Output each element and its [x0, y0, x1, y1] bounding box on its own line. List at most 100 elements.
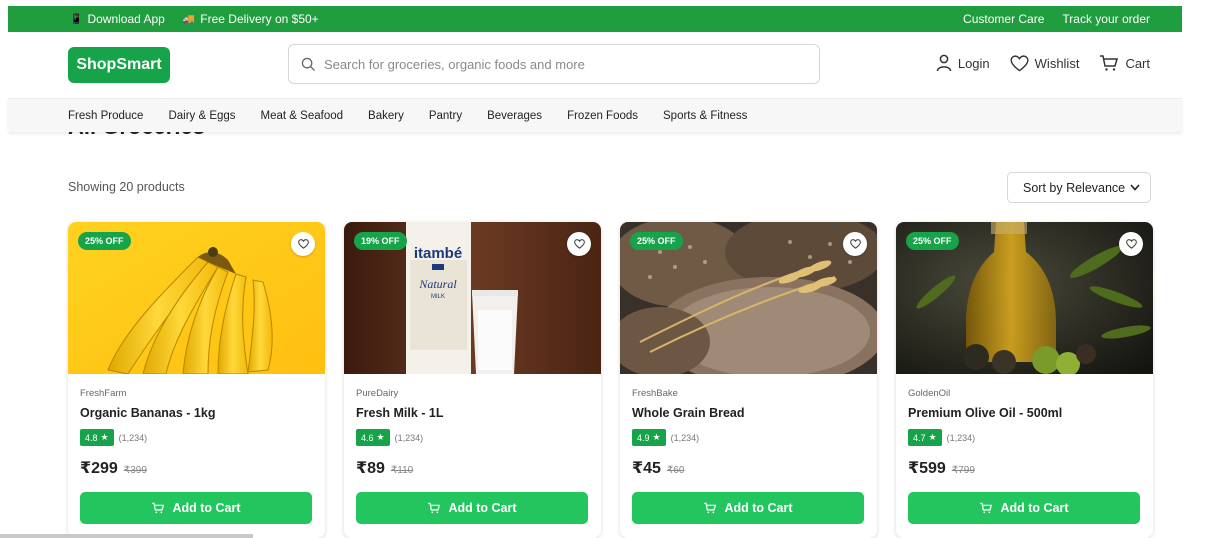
- product-image-bread[interactable]: 25% OFF: [620, 222, 877, 374]
- login-label: Login: [957, 55, 990, 71]
- rating-value: 4.7: [913, 432, 926, 443]
- download-app-link[interactable]: 📱 Download App: [70, 12, 165, 26]
- product-price: ₹45: [632, 460, 661, 477]
- free-delivery-note: 🚚 Free Delivery on $50+: [183, 12, 319, 26]
- wishlist-toggle[interactable]: [1119, 232, 1143, 256]
- product-card[interactable]: 25% OFF FreshFarm Organic Bananas - 1kg …: [68, 222, 325, 538]
- category-nav: Fresh Produce Dairy & Eggs Meat & Seafoo…: [8, 98, 1182, 132]
- sort-select[interactable]: Sort by Relevance: [1007, 172, 1151, 203]
- product-brand: GoldenOil: [908, 388, 951, 399]
- original-price: ₹799: [951, 465, 975, 476]
- sort-label: Sort by Relevance: [1023, 180, 1126, 195]
- product-name[interactable]: Whole Grain Bread: [632, 406, 865, 420]
- product-image-milk[interactable]: itambé Natural MILK 19% OFF: [344, 222, 601, 374]
- rating-value: 4.8: [85, 432, 98, 443]
- add-to-cart-label: Add to Cart: [724, 501, 793, 515]
- product-card[interactable]: 25% OFF GoldenOil Premium Olive Oil - 50…: [896, 222, 1153, 538]
- star-icon: ★: [376, 432, 385, 442]
- star-icon: ★: [100, 432, 109, 442]
- heart-icon: [1010, 54, 1029, 71]
- product-count: Showing 20 products: [68, 180, 185, 194]
- original-price: ₹110: [390, 465, 414, 476]
- add-to-cart-label: Add to Cart: [1000, 501, 1069, 515]
- login-button[interactable]: Login: [936, 54, 990, 72]
- milk-label-product: Natural: [418, 277, 457, 291]
- star-icon: ★: [652, 432, 661, 442]
- category-beverages[interactable]: Beverages: [487, 110, 542, 122]
- product-name[interactable]: Organic Bananas - 1kg: [80, 406, 313, 420]
- shopsmart-logo[interactable]: ShopSmart: [68, 47, 170, 83]
- category-meat-seafood[interactable]: Meat & Seafood: [261, 110, 343, 122]
- add-to-cart-label: Add to Cart: [448, 501, 517, 515]
- review-count: (1,234): [118, 432, 148, 443]
- add-to-cart-button[interactable]: Add to Cart: [908, 492, 1140, 524]
- product-grid: 25% OFF FreshFarm Organic Bananas - 1kg …: [68, 222, 1153, 538]
- product-image-olive-oil[interactable]: 25% OFF: [896, 222, 1153, 374]
- discount-badge: 25% OFF: [630, 232, 683, 250]
- category-sports-fitness[interactable]: Sports & Fitness: [663, 110, 747, 122]
- product-price: ₹89: [356, 460, 385, 477]
- wishlist-toggle[interactable]: [291, 232, 315, 256]
- discount-badge: 25% OFF: [78, 232, 131, 250]
- header: ShopSmart Login Wishlist Cart: [8, 32, 1182, 98]
- rating-badge: 4.8 ★: [80, 429, 114, 446]
- page: 📱 Download App 🚚 Free Delivery on $50+ C…: [0, 0, 1210, 538]
- add-to-cart-button[interactable]: Add to Cart: [80, 492, 312, 524]
- phone-icon: 📱: [70, 13, 83, 25]
- product-image-bananas[interactable]: 25% OFF: [68, 222, 325, 374]
- category-bakery[interactable]: Bakery: [368, 110, 404, 122]
- category-fresh-produce[interactable]: Fresh Produce: [68, 110, 143, 122]
- rating-value: 4.6: [361, 432, 374, 443]
- product-card[interactable]: 25% OFF FreshBake Whole Grain Bread 4.9 ★…: [620, 222, 877, 538]
- heart-icon: [849, 239, 861, 249]
- cart-icon: [428, 502, 441, 514]
- milk-label-milk: MILK: [431, 294, 445, 300]
- product-price: ₹299: [80, 460, 118, 477]
- rating-badge: 4.7 ★: [908, 429, 942, 446]
- cart-icon: [704, 502, 717, 514]
- category-dairy-eggs[interactable]: Dairy & Eggs: [168, 110, 235, 122]
- cart-button[interactable]: Cart: [1099, 54, 1150, 72]
- customer-care-link[interactable]: Customer Care: [963, 12, 1044, 26]
- add-to-cart-button[interactable]: Add to Cart: [632, 492, 864, 524]
- rating-badge: 4.6 ★: [356, 429, 390, 446]
- star-icon: ★: [928, 432, 937, 442]
- search-icon: [301, 57, 316, 71]
- product-price: ₹599: [908, 460, 946, 477]
- cart-icon: [152, 502, 165, 514]
- category-frozen-foods[interactable]: Frozen Foods: [567, 110, 638, 122]
- review-count: (1,234): [946, 432, 976, 443]
- milk-label-brand: itambé: [414, 245, 462, 262]
- product-name[interactable]: Premium Olive Oil - 500ml: [908, 406, 1141, 420]
- product-card[interactable]: itambé Natural MILK 19% OFF PureDairy Fr…: [344, 222, 601, 538]
- add-to-cart-label: Add to Cart: [172, 501, 241, 515]
- search-input[interactable]: [324, 56, 804, 72]
- product-brand: FreshFarm: [80, 388, 127, 399]
- search-bar[interactable]: [288, 44, 820, 84]
- cart-label: Cart: [1125, 55, 1150, 71]
- heart-icon: [573, 239, 585, 249]
- top-strip: 📱 Download App 🚚 Free Delivery on $50+ C…: [8, 6, 1182, 32]
- horizontal-scrollbar[interactable]: [0, 534, 253, 538]
- rating-value: 4.9: [637, 432, 650, 443]
- product-brand: PureDairy: [356, 388, 399, 399]
- discount-badge: 25% OFF: [906, 232, 959, 250]
- download-app-label: Download App: [87, 12, 165, 26]
- category-pantry[interactable]: Pantry: [429, 110, 462, 122]
- add-to-cart-button[interactable]: Add to Cart: [356, 492, 588, 524]
- discount-badge: 19% OFF: [354, 232, 407, 250]
- rating-badge: 4.9 ★: [632, 429, 666, 446]
- heart-icon: [1125, 239, 1137, 249]
- wishlist-toggle[interactable]: [567, 232, 591, 256]
- product-name[interactable]: Fresh Milk - 1L: [356, 406, 589, 420]
- wishlist-label: Wishlist: [1034, 55, 1080, 71]
- original-price: ₹399: [123, 465, 147, 476]
- wishlist-button[interactable]: Wishlist: [1010, 54, 1080, 72]
- heart-icon: [297, 239, 309, 249]
- track-order-link[interactable]: Track your order: [1062, 12, 1150, 26]
- user-icon: [936, 54, 952, 72]
- free-delivery-label: Free Delivery on $50+: [200, 12, 319, 26]
- wishlist-toggle[interactable]: [843, 232, 867, 256]
- original-price: ₹60: [666, 465, 685, 476]
- cart-icon: [980, 502, 993, 514]
